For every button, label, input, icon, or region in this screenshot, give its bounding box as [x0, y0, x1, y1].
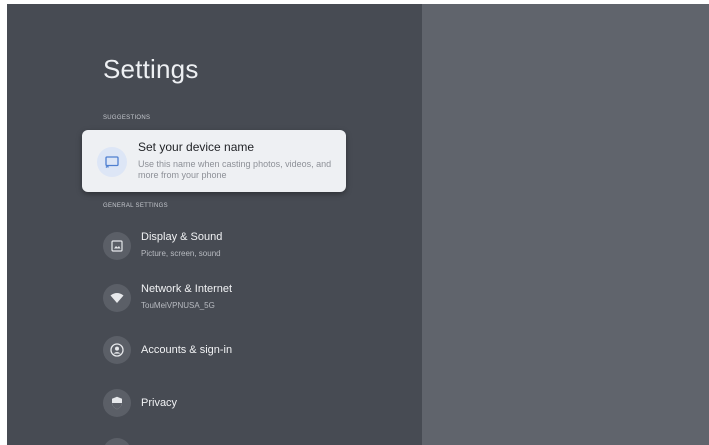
menu-item-accounts-signin[interactable]: Accounts & sign-in [103, 334, 403, 374]
menu-item-subtitle: Picture, screen, sound [141, 249, 221, 258]
page-title: Settings [103, 54, 199, 84]
settings-panel: Settings SUGGESTIONS Set your device nam… [7, 4, 422, 445]
menu-item-title: Privacy [141, 397, 178, 409]
menu-item-network-internet[interactable]: Network & Internet TouMeiVPNUSA_5G [103, 280, 403, 320]
cast-device-icon [97, 147, 127, 177]
background-side-area [422, 4, 709, 445]
suggestion-title: Set your device name [138, 140, 255, 154]
menu-item-subtitle: TouMeiVPNUSA_5G [141, 301, 215, 310]
next-menu-item-icon [103, 438, 131, 445]
image-icon [103, 232, 131, 260]
account-icon [103, 336, 131, 364]
set-device-name-card[interactable]: Set your device name Use this name when … [82, 130, 346, 192]
suggestions-header: SUGGESTIONS [103, 115, 151, 121]
menu-item-title: Display & Sound [141, 231, 223, 243]
suggestion-description: Use this name when casting photos, video… [138, 159, 332, 180]
wifi-icon [103, 284, 131, 312]
menu-item-title: Network & Internet [141, 283, 233, 295]
general-settings-header: GENERAL SETTINGS [103, 203, 168, 209]
tv-screen: Settings SUGGESTIONS Set your device nam… [7, 4, 709, 445]
menu-item-privacy[interactable]: Privacy [103, 387, 403, 427]
menu-item-title: Accounts & sign-in [141, 344, 233, 356]
menu-item-display-sound[interactable]: Display & Sound Picture, screen, sound [103, 228, 403, 268]
shield-icon [103, 389, 131, 417]
